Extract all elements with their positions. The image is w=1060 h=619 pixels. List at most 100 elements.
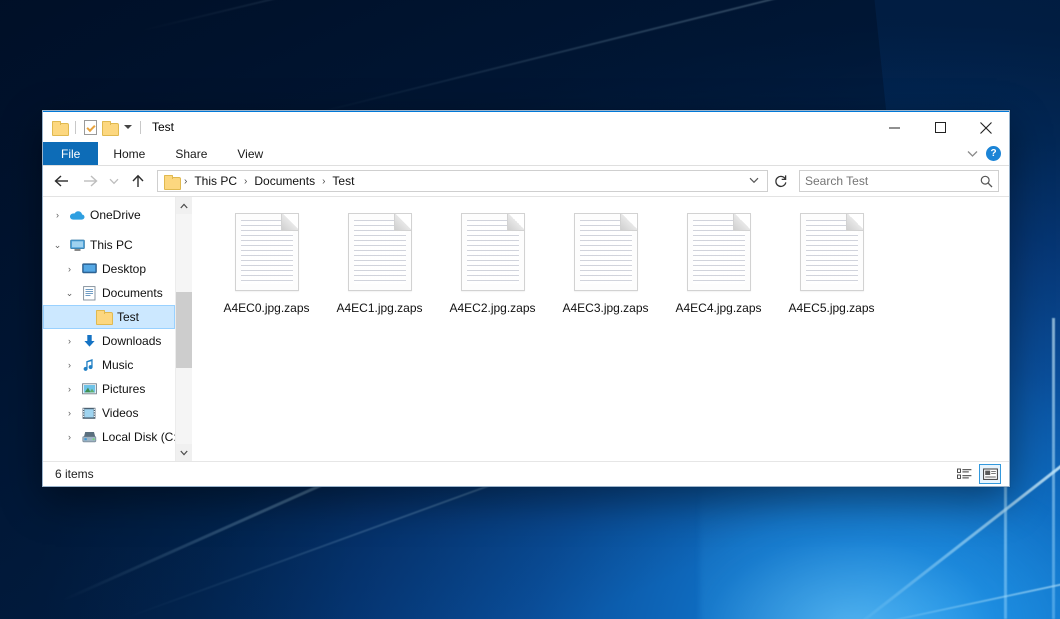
- search-icon[interactable]: [980, 175, 993, 188]
- folder-icon: [164, 175, 179, 188]
- sidebar-item-desktop[interactable]: › Desktop: [43, 257, 175, 281]
- file-name: A4EC0.jpg.zaps: [223, 301, 309, 315]
- videos-film-icon: [81, 405, 97, 421]
- refresh-button[interactable]: [770, 170, 792, 192]
- sidebar-item-music[interactable]: › Music: [43, 353, 175, 377]
- desktop-icon: [81, 261, 97, 277]
- tab-share[interactable]: Share: [160, 142, 222, 165]
- file-explorer-window: Test File Home Share View: [42, 110, 1010, 487]
- scroll-up-button[interactable]: [176, 197, 192, 214]
- scroll-down-button[interactable]: [176, 444, 192, 461]
- forward-button[interactable]: [77, 169, 103, 193]
- sidebar-item-onedrive[interactable]: › OneDrive: [43, 203, 175, 227]
- downloads-arrow-icon: [81, 333, 97, 349]
- pictures-icon: [81, 381, 97, 397]
- generic-document-icon: [348, 213, 412, 291]
- sidebar-item-this-pc[interactable]: ⌄ This PC: [43, 233, 175, 257]
- sidebar-item-local-disk-c[interactable]: › Local Disk (C:): [43, 425, 175, 449]
- file-name: A4EC2.jpg.zaps: [449, 301, 535, 315]
- chevron-right-icon[interactable]: ›: [63, 336, 76, 346]
- file-name: A4EC1.jpg.zaps: [336, 301, 422, 315]
- breadcrumb-item-this-pc[interactable]: This PC: [188, 174, 243, 188]
- monitor-icon: [69, 237, 85, 253]
- window-title: Test: [152, 120, 174, 134]
- tab-home[interactable]: Home: [98, 142, 160, 165]
- file-name: A4EC3.jpg.zaps: [562, 301, 648, 315]
- chevron-right-icon[interactable]: ›: [63, 432, 76, 442]
- window-body: › OneDrive ⌄ This PC ›: [43, 196, 1009, 461]
- chevron-right-icon[interactable]: ›: [63, 384, 76, 394]
- search-input[interactable]: [805, 174, 980, 188]
- generic-document-icon: [574, 213, 638, 291]
- breadcrumb-item-documents[interactable]: Documents: [248, 174, 321, 188]
- sidebar-item-label: Test: [117, 310, 139, 324]
- file-list-view[interactable]: A4EC0.jpg.zaps A4EC1.jpg.zaps A4EC2.jpg.…: [192, 197, 1009, 461]
- chevron-right-icon[interactable]: ›: [51, 210, 64, 220]
- sidebar-item-label: Videos: [102, 406, 138, 420]
- back-button[interactable]: [49, 169, 75, 193]
- quick-access-toolbar: [52, 120, 144, 135]
- chevron-right-icon[interactable]: ›: [63, 264, 76, 274]
- window-controls: [871, 112, 1009, 143]
- minimize-icon[interactable]: [871, 112, 917, 143]
- chevron-down-icon[interactable]: [124, 125, 132, 129]
- file-item[interactable]: A4EC0.jpg.zaps: [210, 211, 323, 329]
- file-item[interactable]: A4EC4.jpg.zaps: [662, 211, 775, 329]
- sidebar-item-label: Downloads: [102, 334, 161, 348]
- chevron-down-icon[interactable]: ⌄: [51, 240, 64, 251]
- search-box[interactable]: [799, 170, 999, 192]
- file-item[interactable]: A4EC5.jpg.zaps: [775, 211, 888, 329]
- large-icons-view-button[interactable]: [979, 464, 1001, 484]
- documents-icon: [81, 285, 97, 301]
- sidebar-item-downloads[interactable]: › Downloads: [43, 329, 175, 353]
- file-item[interactable]: A4EC1.jpg.zaps: [323, 211, 436, 329]
- sidebar-item-label: Desktop: [102, 262, 146, 276]
- item-count-label: 6 items: [55, 467, 94, 481]
- view-toggle-group: [953, 464, 1001, 484]
- new-folder-icon[interactable]: [102, 121, 117, 134]
- sidebar-item-pictures[interactable]: › Pictures: [43, 377, 175, 401]
- details-view-button[interactable]: [953, 464, 975, 484]
- scrollbar-thumb[interactable]: [176, 292, 192, 368]
- close-icon[interactable]: [963, 112, 1009, 143]
- status-bar: 6 items: [43, 461, 1009, 486]
- chevron-right-icon[interactable]: ›: [63, 360, 76, 370]
- chevron-down-icon[interactable]: [967, 150, 978, 158]
- folder-tree: › OneDrive ⌄ This PC ›: [43, 197, 175, 461]
- recent-locations-button[interactable]: [105, 169, 123, 193]
- address-bar[interactable]: › This PC › Documents › Test: [157, 170, 768, 192]
- large-icons-view-icon: [983, 468, 998, 481]
- file-item[interactable]: A4EC2.jpg.zaps: [436, 211, 549, 329]
- title-bar: Test: [43, 111, 1009, 142]
- desktop-wallpaper: Test File Home Share View: [0, 0, 1060, 619]
- breadcrumb: › This PC › Documents › Test: [183, 174, 743, 188]
- chevron-right-icon[interactable]: ›: [63, 408, 76, 418]
- sidebar-item-test[interactable]: Test: [43, 305, 175, 329]
- help-icon[interactable]: ?: [986, 146, 1001, 161]
- tab-file[interactable]: File: [43, 142, 98, 165]
- ribbon-actions: ?: [967, 142, 1009, 165]
- sidebar-item-label: Documents: [102, 286, 163, 300]
- chevron-down-icon[interactable]: [743, 176, 765, 186]
- navigation-pane-scrollbar[interactable]: [175, 197, 191, 461]
- folder-icon[interactable]: [52, 121, 67, 134]
- properties-checkmark-icon[interactable]: [84, 120, 97, 135]
- file-name: A4EC5.jpg.zaps: [788, 301, 874, 315]
- sidebar-item-documents[interactable]: ⌄ Documents: [43, 281, 175, 305]
- details-view-icon: [957, 468, 972, 481]
- scrollbar-track[interactable]: [176, 214, 192, 444]
- ribbon-tabs: File Home Share View ?: [43, 142, 1009, 166]
- breadcrumb-item-test[interactable]: Test: [326, 174, 360, 188]
- generic-document-icon: [800, 213, 864, 291]
- sidebar-item-label: Local Disk (C:): [102, 430, 175, 444]
- sidebar-item-videos[interactable]: › Videos: [43, 401, 175, 425]
- up-button[interactable]: [125, 169, 151, 193]
- generic-document-icon: [687, 213, 751, 291]
- chevron-down-icon[interactable]: ⌄: [63, 288, 76, 299]
- generic-document-icon: [461, 213, 525, 291]
- file-item[interactable]: A4EC3.jpg.zaps: [549, 211, 662, 329]
- tab-view[interactable]: View: [222, 142, 278, 165]
- maximize-icon[interactable]: [917, 112, 963, 143]
- onedrive-cloud-icon: [69, 207, 85, 223]
- toolbar-divider: [75, 121, 76, 134]
